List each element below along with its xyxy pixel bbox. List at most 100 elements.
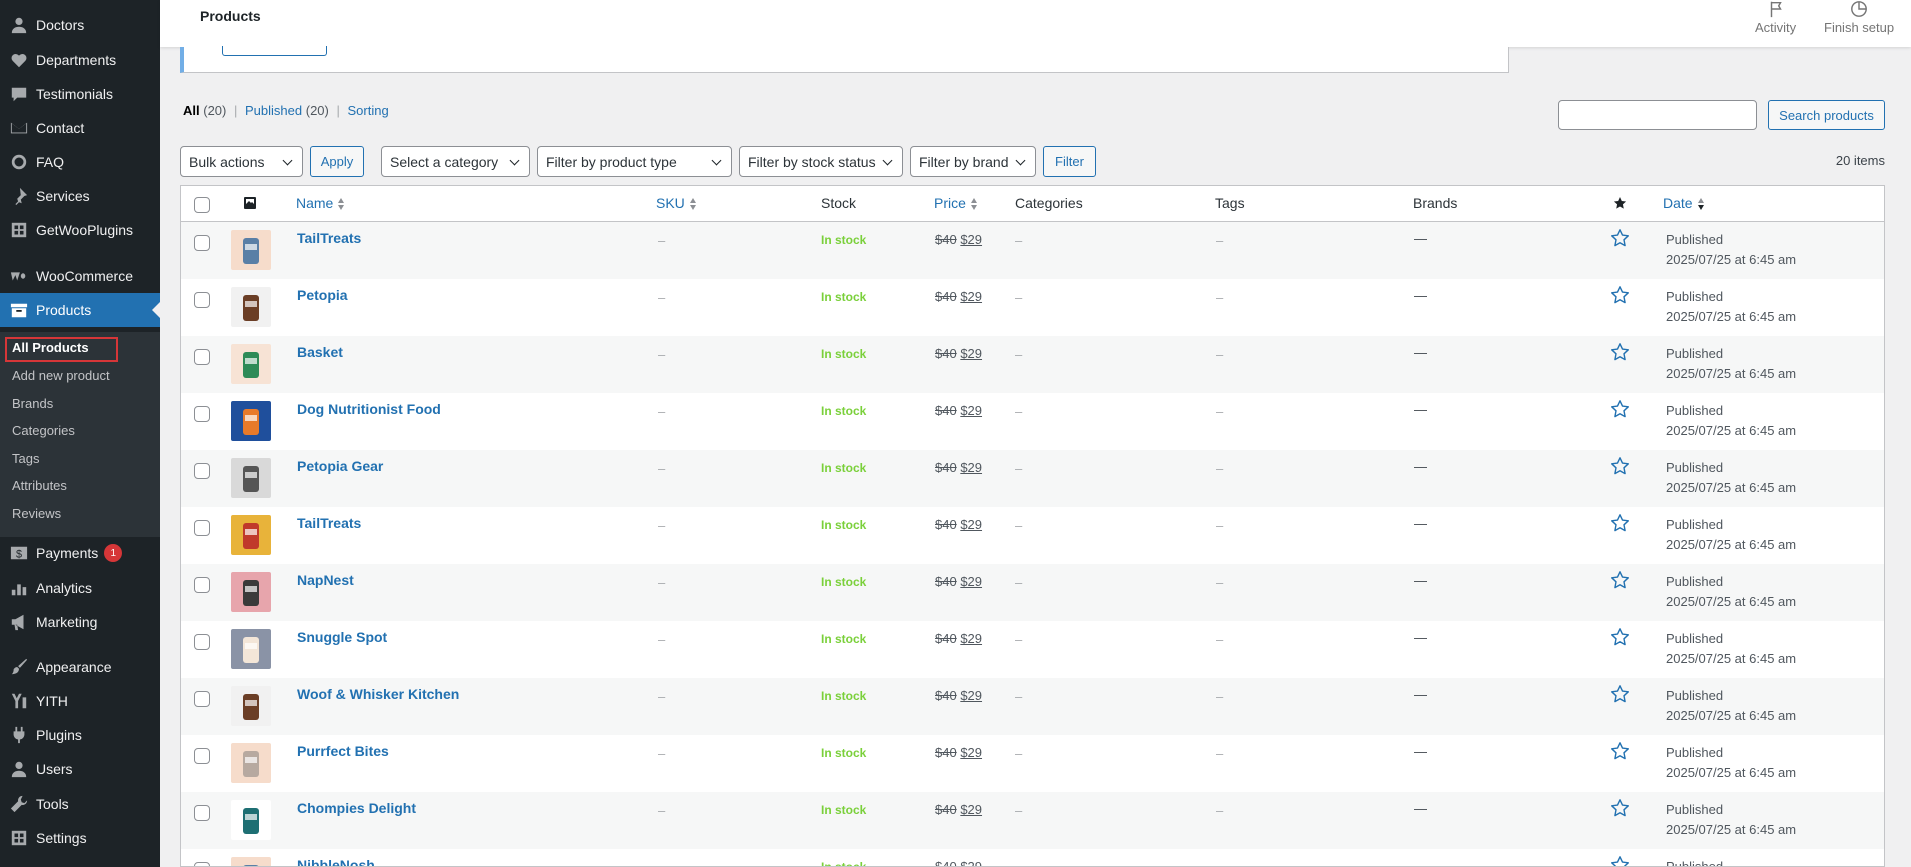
products-table: Name SKU Stock Price Categories Tags Bra…	[180, 185, 1885, 867]
product-thumbnail[interactable]	[231, 572, 271, 612]
featured-star-icon[interactable]	[1610, 228, 1630, 251]
column-sku[interactable]: SKU	[656, 195, 697, 211]
product-thumbnail[interactable]	[231, 401, 271, 441]
apply-button[interactable]: Apply	[310, 146, 364, 177]
product-thumbnail[interactable]	[231, 629, 271, 669]
product-name-link[interactable]: Petopia Gear	[297, 458, 383, 474]
activity-button[interactable]: Activity	[1755, 0, 1796, 35]
row-checkbox[interactable]	[194, 463, 210, 479]
view-sorting-link[interactable]: Sorting	[348, 103, 389, 118]
menu-item-plugins[interactable]: Plugins	[0, 718, 160, 752]
bulk-actions-select[interactable]: Bulk actions	[180, 146, 303, 177]
submenu-item-categories[interactable]: Categories	[12, 423, 75, 438]
separator: |	[336, 103, 340, 118]
row-checkbox[interactable]	[194, 691, 210, 707]
product-thumbnail[interactable]	[231, 287, 271, 327]
menu-item-faq[interactable]: FAQ	[0, 145, 160, 179]
regular-price: $40	[935, 232, 957, 247]
notice-button[interactable]	[222, 46, 327, 56]
row-checkbox[interactable]	[194, 235, 210, 251]
menu-item-payments[interactable]: $ Payments 1	[0, 536, 160, 570]
menu-item-settings[interactable]: Settings	[0, 821, 160, 855]
featured-star-icon[interactable]	[1610, 741, 1630, 764]
featured-star-icon[interactable]	[1610, 342, 1630, 365]
finish-setup-button[interactable]: Finish setup	[1824, 0, 1894, 35]
row-checkbox[interactable]	[194, 349, 210, 365]
product-name-link[interactable]: NapNest	[297, 572, 354, 588]
search-input[interactable]	[1558, 100, 1757, 130]
product-name-link[interactable]: Chompies Delight	[297, 800, 416, 816]
product-thumbnail[interactable]	[231, 743, 271, 783]
submenu-item-reviews[interactable]: Reviews	[12, 506, 61, 521]
menu-item-products[interactable]: Products	[0, 293, 160, 327]
product-type-select[interactable]: Filter by product type	[537, 146, 732, 177]
submenu-item-attributes[interactable]: Attributes	[12, 478, 67, 493]
product-thumbnail[interactable]	[231, 515, 271, 555]
product-name-link[interactable]: Purrfect Bites	[297, 743, 389, 759]
stock-status-select[interactable]: Filter by stock status	[739, 146, 903, 177]
search-products-button[interactable]: Search products	[1768, 100, 1885, 130]
menu-item-woocommerce[interactable]: WooCommerce	[0, 259, 160, 293]
product-thumbnail[interactable]	[231, 230, 271, 270]
product-name-link[interactable]: Dog Nutritionist Food	[297, 401, 441, 417]
menu-item-yith[interactable]: YITH	[0, 684, 160, 718]
product-name-link[interactable]: Petopia	[297, 287, 348, 303]
category-select[interactable]: Select a category	[381, 146, 530, 177]
featured-star-icon[interactable]	[1610, 798, 1630, 821]
row-checkbox[interactable]	[194, 748, 210, 764]
featured-star-icon[interactable]	[1610, 285, 1630, 308]
product-thumbnail[interactable]	[231, 857, 271, 866]
menu-item-contact[interactable]: Contact	[0, 111, 160, 145]
menu-item-tools[interactable]: Tools	[0, 787, 160, 821]
menu-item-departments[interactable]: Departments	[0, 43, 160, 77]
menu-item-getwooplugins[interactable]: GetWooPlugins	[0, 213, 160, 247]
product-thumbnail[interactable]	[231, 800, 271, 840]
brand-select[interactable]: Filter by brand	[910, 146, 1036, 177]
menu-item-marketing[interactable]: Marketing	[0, 605, 160, 639]
product-name-link[interactable]: NibbleNosh	[297, 857, 375, 866]
row-checkbox[interactable]	[194, 292, 210, 308]
filter-button[interactable]: Filter	[1043, 146, 1096, 177]
table-row: Snuggle Spot – In stock $40 $29 – – — Published…	[181, 621, 1884, 678]
submenu-item-add-new-product[interactable]: Add new product	[12, 368, 110, 383]
product-name-link[interactable]: TailTreats	[297, 230, 361, 246]
row-checkbox[interactable]	[194, 862, 210, 866]
row-checkbox[interactable]	[194, 805, 210, 821]
product-thumbnail[interactable]	[231, 458, 271, 498]
menu-item-testimonials[interactable]: Testimonials	[0, 77, 160, 111]
featured-star-icon[interactable]	[1610, 855, 1630, 866]
menu-item-doctors[interactable]: Doctors	[0, 8, 160, 42]
featured-star-icon[interactable]	[1610, 627, 1630, 650]
product-name-link[interactable]: Woof & Whisker Kitchen	[297, 686, 459, 702]
column-name[interactable]: Name	[296, 195, 345, 211]
featured-star-icon[interactable]	[1610, 399, 1630, 422]
select-all-checkbox[interactable]	[194, 197, 210, 213]
featured-star-icon[interactable]	[1610, 456, 1630, 479]
product-name-link[interactable]: Basket	[297, 344, 343, 360]
submenu-item-tags[interactable]: Tags	[12, 451, 39, 466]
row-checkbox[interactable]	[194, 406, 210, 422]
featured-star-icon[interactable]	[1610, 513, 1630, 536]
submenu-item-brands[interactable]: Brands	[12, 396, 53, 411]
featured-star-icon[interactable]	[1610, 684, 1630, 707]
featured-star-icon[interactable]	[1610, 570, 1630, 593]
tags-value: –	[1216, 518, 1224, 533]
menu-item-analytics[interactable]: Analytics	[0, 571, 160, 605]
view-all-link[interactable]: All	[183, 103, 200, 118]
row-checkbox[interactable]	[194, 634, 210, 650]
separator: |	[234, 103, 238, 118]
view-published-link[interactable]: Published	[245, 103, 302, 118]
featured-column-star-icon[interactable]	[1613, 196, 1627, 213]
row-checkbox[interactable]	[194, 520, 210, 536]
product-name-link[interactable]: TailTreats	[297, 515, 361, 531]
row-checkbox[interactable]	[194, 577, 210, 593]
categories-value: –	[1015, 860, 1022, 866]
product-thumbnail[interactable]	[231, 344, 271, 384]
menu-item-users[interactable]: Users	[0, 752, 160, 786]
column-date[interactable]: Date	[1663, 195, 1705, 211]
menu-item-appearance[interactable]: Appearance	[0, 650, 160, 684]
product-name-link[interactable]: Snuggle Spot	[297, 629, 387, 645]
column-price[interactable]: Price	[934, 195, 978, 211]
menu-item-services[interactable]: Services	[0, 179, 160, 213]
product-thumbnail[interactable]	[231, 686, 271, 726]
